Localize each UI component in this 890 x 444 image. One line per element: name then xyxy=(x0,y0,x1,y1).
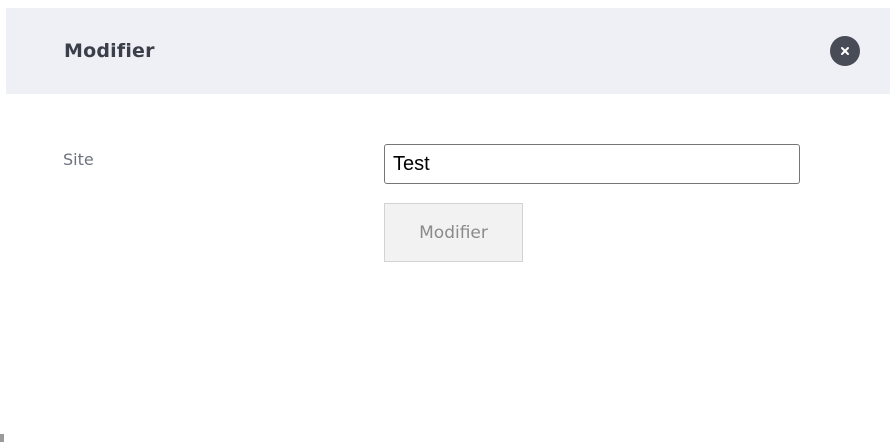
close-icon xyxy=(841,47,849,55)
modal-header: Modifier xyxy=(6,8,890,94)
modifier-button[interactable]: Modifier xyxy=(384,203,523,262)
site-label: Site xyxy=(63,150,94,169)
edit-site-modal: Modifier Site Modifier xyxy=(0,0,890,444)
close-button[interactable] xyxy=(830,36,860,66)
site-input[interactable] xyxy=(384,144,800,184)
corner-artifact xyxy=(0,434,4,442)
modal-title: Modifier xyxy=(64,40,155,62)
